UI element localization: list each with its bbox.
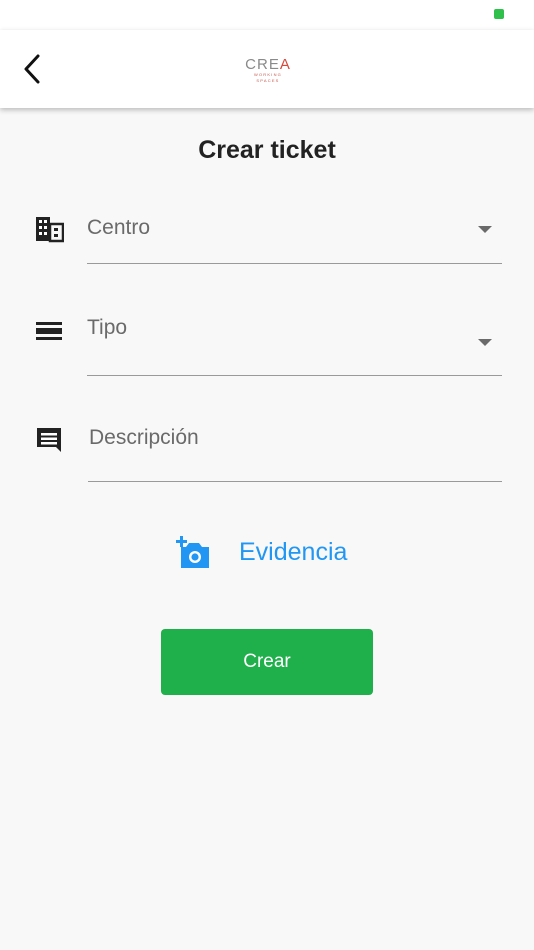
tipo-label: Tipo (87, 316, 128, 339)
evidencia-label: Evidencia (239, 537, 348, 566)
centro-select[interactable]: Centro (87, 200, 502, 264)
comment-icon (33, 424, 65, 456)
list-lines-icon (33, 318, 65, 344)
chevron-left-icon (24, 54, 40, 84)
status-bar (0, 0, 534, 30)
app-bar: CREA WORKING SPACES (0, 30, 534, 108)
back-button[interactable] (14, 50, 50, 88)
evidencia-button[interactable]: Evidencia (175, 530, 347, 574)
add-photo-icon (176, 536, 209, 568)
app-logo: CREA WORKING SPACES (245, 56, 291, 83)
crear-button[interactable]: Crear (161, 629, 373, 695)
page-title: Crear ticket (198, 136, 336, 164)
centro-label: Centro (87, 216, 151, 239)
tipo-underline (87, 375, 502, 376)
chevron-down-icon (478, 339, 492, 346)
descripcion-underline (88, 481, 502, 482)
building-icon (33, 214, 65, 244)
centro-underline (87, 263, 502, 264)
descripcion-input[interactable]: Descripción (88, 410, 502, 482)
descripcion-label: Descripción (89, 426, 199, 449)
chevron-down-icon (478, 226, 492, 233)
status-indicator-icon (494, 9, 504, 19)
tipo-select[interactable]: Tipo (87, 300, 502, 376)
